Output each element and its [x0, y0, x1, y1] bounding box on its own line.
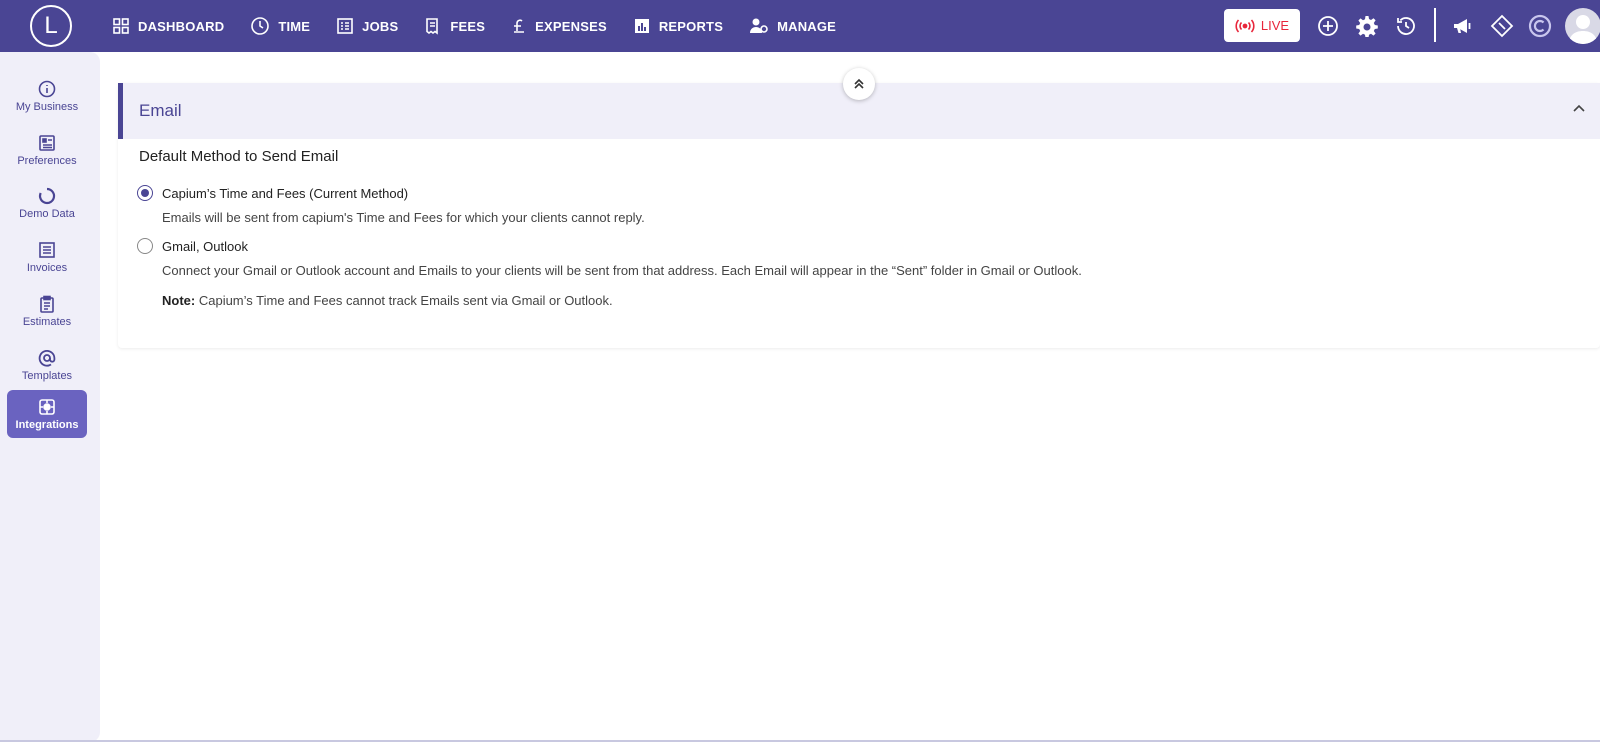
- nav-time[interactable]: TIME: [250, 16, 310, 36]
- top-navbar: L DASHBOARD TIME JOBS FEES EXPENSES REPO…: [0, 0, 1600, 52]
- logo-letter: L: [44, 12, 58, 39]
- grid-icon: [113, 18, 129, 34]
- sidebar-item-label: Integrations: [15, 419, 79, 431]
- user-avatar[interactable]: [1565, 8, 1600, 44]
- sidebar-item-templates[interactable]: Templates: [7, 341, 87, 389]
- nav-manage[interactable]: MANAGE: [749, 17, 836, 35]
- ticket-icon[interactable]: [1490, 14, 1514, 38]
- integrations-icon: [39, 399, 55, 415]
- main-nav: DASHBOARD TIME JOBS FEES EXPENSES REPORT…: [112, 0, 862, 52]
- people-gear-icon: [750, 18, 768, 33]
- nav-expenses-label: EXPENSES: [535, 18, 607, 34]
- radio-capium-description: Emails will be sent from capium's Time a…: [162, 210, 645, 225]
- nav-jobs[interactable]: JOBS: [336, 17, 398, 35]
- nav-reports-label: REPORTS: [658, 18, 724, 34]
- radio-gmail-outlook-label: Gmail, Outlook: [162, 238, 248, 254]
- note-text: Note: Capium’s Time and Fees cannot trac…: [162, 293, 613, 308]
- at-icon: [38, 349, 56, 367]
- radio-gmail-outlook[interactable]: [137, 238, 153, 254]
- nav-dashboard[interactable]: DASHBOARD: [112, 17, 224, 35]
- note-body: Capium’s Time and Fees cannot track Emai…: [198, 293, 613, 308]
- clipboard-icon: [40, 295, 54, 313]
- add-icon[interactable]: [1316, 14, 1340, 38]
- live-button[interactable]: LIVE: [1224, 9, 1300, 42]
- nav-reports[interactable]: REPORTS: [633, 17, 723, 35]
- bar-chart-icon: [634, 19, 649, 33]
- radio-capium-label: Capium’s Time and Fees (Current Method): [162, 185, 409, 201]
- nav-expenses[interactable]: EXPENSES: [511, 17, 607, 35]
- nav-manage-label: MANAGE: [777, 18, 837, 34]
- nav-time-label: TIME: [278, 18, 311, 34]
- capium-logo-icon[interactable]: [1528, 14, 1552, 38]
- email-settings-panel: Email Default Method to Send Email Capiu…: [118, 83, 1600, 348]
- refresh-icon: [38, 187, 56, 205]
- collapse-all-button[interactable]: [843, 68, 875, 100]
- sidebar-item-label: My Business: [15, 101, 79, 113]
- panel-title: Email: [139, 101, 182, 120]
- invoice-icon: [39, 242, 55, 258]
- live-label: LIVE: [1260, 18, 1290, 33]
- sidebar-item-my-business[interactable]: My Business: [7, 72, 87, 120]
- megaphone-icon[interactable]: [1451, 14, 1475, 38]
- sidebar-item-label: Invoices: [26, 262, 68, 274]
- pound-icon: [514, 19, 525, 33]
- clock-icon: [251, 17, 270, 35]
- history-icon[interactable]: [1394, 14, 1418, 38]
- receipt-icon: [426, 18, 439, 35]
- sidebar-item-preferences[interactable]: Preferences: [7, 126, 87, 174]
- app-logo[interactable]: L: [30, 5, 72, 47]
- radio-option-gmail-outlook[interactable]: Gmail, Outlook: [137, 238, 248, 254]
- info-icon: [38, 80, 56, 98]
- settings-sidebar: My Business Preferences Demo Data Invoic…: [0, 52, 100, 742]
- topbar-divider: [1434, 8, 1436, 42]
- radio-capium[interactable]: [137, 185, 153, 201]
- sidebar-item-label: Demo Data: [19, 208, 75, 220]
- nav-jobs-label: JOBS: [362, 18, 399, 34]
- nav-fees[interactable]: FEES: [424, 17, 485, 35]
- sidebar-item-label: Templates: [21, 370, 73, 382]
- preferences-icon: [39, 135, 55, 151]
- nav-dashboard-label: DASHBOARD: [138, 18, 225, 34]
- double-chevron-up-icon: [854, 78, 864, 89]
- nav-fees-label: FEES: [450, 18, 486, 34]
- sidebar-item-label: Preferences: [17, 155, 77, 167]
- radio-gmail-outlook-description: Connect your Gmail or Outlook account an…: [162, 263, 1082, 278]
- sidebar-item-demo-data[interactable]: Demo Data: [7, 179, 87, 227]
- radio-option-capium[interactable]: Capium’s Time and Fees (Current Method): [137, 185, 408, 201]
- chevron-up-icon[interactable]: [1572, 102, 1586, 116]
- section-title: Default Method to Send Email: [139, 148, 339, 165]
- settings-gear-icon[interactable]: [1355, 14, 1379, 38]
- sidebar-item-label: Estimates: [22, 316, 72, 328]
- sidebar-item-estimates[interactable]: Estimates: [7, 287, 87, 335]
- sidebar-item-invoices[interactable]: Invoices: [7, 233, 87, 281]
- list-icon: [337, 18, 353, 34]
- sidebar-item-integrations[interactable]: Integrations: [7, 390, 87, 438]
- note-label: Note:: [162, 293, 196, 308]
- broadcast-icon: [1235, 18, 1255, 33]
